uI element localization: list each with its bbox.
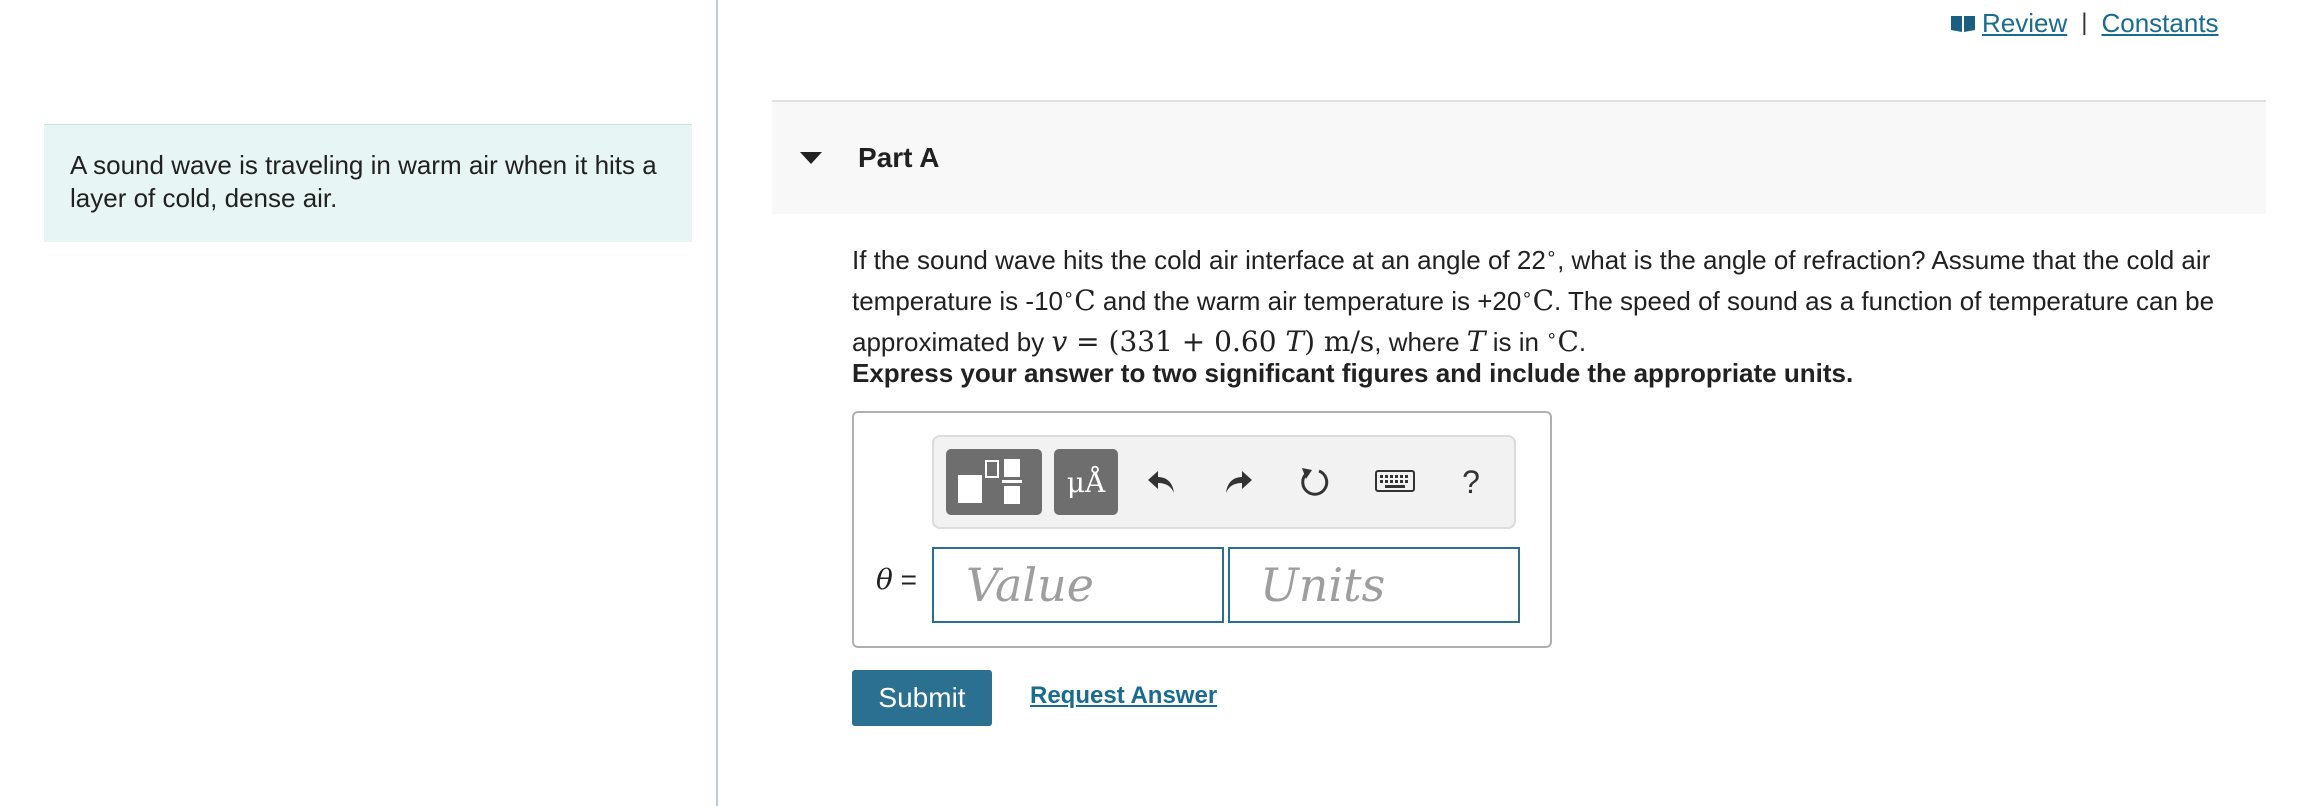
link-separator: | bbox=[2081, 9, 2088, 36]
request-answer-link[interactable]: Request Answer bbox=[1030, 682, 1217, 710]
question-text: If the sound wave hits the cold air inte… bbox=[852, 236, 2252, 359]
math-toolbar: μÅ ? bbox=[932, 435, 1516, 529]
degree-symbol: ∘ bbox=[1545, 243, 1558, 263]
theta-symbol: θ bbox=[876, 563, 893, 596]
redo-button[interactable] bbox=[1214, 457, 1264, 507]
constants-link[interactable]: Constants bbox=[2101, 8, 2218, 39]
units-label: μÅ bbox=[1066, 465, 1106, 499]
celsius-unit: C bbox=[1557, 325, 1579, 358]
templates-button[interactable] bbox=[946, 449, 1042, 515]
degree-symbol: ∘ bbox=[1062, 284, 1075, 304]
instruction-text: Express your answer to two significant f… bbox=[852, 358, 1854, 388]
math-T: T bbox=[1285, 325, 1305, 358]
units-input[interactable] bbox=[1228, 547, 1520, 623]
part-title: Part A bbox=[858, 142, 940, 173]
math-T: T bbox=[1466, 325, 1486, 358]
degree-symbol: ∘ bbox=[1546, 325, 1558, 345]
undo-icon bbox=[1148, 471, 1174, 493]
units-button[interactable]: μÅ bbox=[1054, 449, 1118, 515]
redo-icon bbox=[1226, 471, 1252, 493]
intro-text: A sound wave is traveling in warm air wh… bbox=[70, 150, 657, 213]
undo-button[interactable] bbox=[1136, 457, 1186, 507]
math-eq: = (331 + 0.60 bbox=[1067, 325, 1286, 358]
help-label: ? bbox=[1462, 463, 1480, 500]
question-seg: . bbox=[1578, 327, 1587, 357]
question-seg: , where bbox=[1374, 327, 1467, 357]
reset-button[interactable] bbox=[1290, 457, 1340, 507]
equals-sign: = bbox=[892, 564, 917, 595]
degree-symbol: ∘ bbox=[1521, 284, 1533, 304]
keyboard-icon bbox=[1375, 470, 1415, 492]
value-input[interactable] bbox=[932, 547, 1224, 623]
part-header[interactable]: Part A bbox=[772, 100, 2266, 214]
celsius-unit: C bbox=[1074, 284, 1096, 317]
question-seg: is in bbox=[1485, 327, 1547, 357]
review-link[interactable]: Review bbox=[1982, 8, 2067, 39]
reset-icon bbox=[1301, 468, 1329, 496]
math-v: v bbox=[1051, 325, 1068, 358]
book-icon bbox=[1951, 16, 1975, 32]
problem-intro: A sound wave is traveling in warm air wh… bbox=[44, 124, 692, 242]
question-seg: and the warm air temperature is +20 bbox=[1095, 286, 1522, 316]
templates-icon bbox=[958, 459, 1022, 504]
math-eq-close: ) m/s bbox=[1304, 325, 1375, 358]
left-panel: A sound wave is traveling in warm air wh… bbox=[0, 0, 718, 806]
answer-label: θ = bbox=[876, 563, 917, 596]
collapse-caret-icon[interactable] bbox=[800, 152, 822, 164]
keyboard-button[interactable] bbox=[1370, 457, 1420, 507]
submit-button[interactable]: Submit bbox=[852, 670, 992, 726]
top-links: Review | Constants bbox=[1950, 6, 2219, 40]
question-seg: If the sound wave hits the cold air inte… bbox=[852, 245, 1546, 275]
celsius-unit: C bbox=[1532, 284, 1555, 317]
help-button[interactable]: ? bbox=[1446, 457, 1496, 507]
answer-box: μÅ ? θ = Value Units bbox=[852, 411, 1552, 648]
